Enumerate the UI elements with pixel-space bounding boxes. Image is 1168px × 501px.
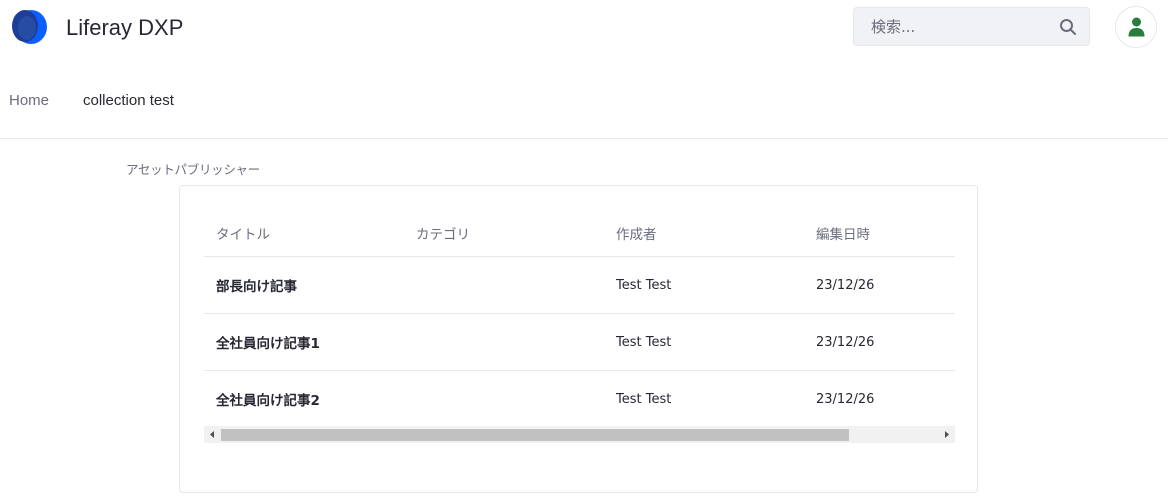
site-name[interactable]: Liferay DXP (66, 14, 183, 42)
search-bar (853, 7, 1090, 46)
search-input[interactable] (854, 8, 1044, 45)
search-icon[interactable] (1059, 18, 1077, 36)
row-author: Test Test (616, 391, 672, 407)
row-title-link[interactable]: 部長向け記事 (216, 257, 297, 313)
header-divider (0, 138, 1168, 139)
table-header-row: タイトル カテゴリ 作成者 編集日時 (204, 210, 955, 257)
horizontal-scrollbar[interactable] (204, 426, 955, 443)
asset-publisher-card: タイトル カテゴリ 作成者 編集日時 部長向け記事 Test Test 23/1… (179, 185, 978, 493)
column-header-modified: 編集日時 (816, 227, 870, 243)
page: Liferay DXP Home collection test アセットパブリ… (0, 0, 1168, 501)
user-icon (1128, 17, 1145, 37)
site-header: Liferay DXP (0, 0, 1168, 56)
scroll-left-arrow-icon[interactable] (204, 426, 221, 443)
table-row: 部長向け記事 Test Test 23/12/26 (204, 257, 955, 314)
row-author: Test Test (616, 277, 672, 293)
scroll-right-arrow-icon[interactable] (938, 426, 955, 443)
column-header-title: タイトル (216, 227, 270, 243)
row-author: Test Test (616, 334, 672, 350)
table-row: 全社員向け記事1 Test Test 23/12/26 (204, 314, 955, 371)
row-modified-date: 23/12/26 (816, 277, 875, 293)
column-header-category: カテゴリ (416, 227, 470, 243)
row-modified-date: 23/12/26 (816, 391, 875, 407)
column-header-author: 作成者 (616, 227, 657, 243)
row-modified-date: 23/12/26 (816, 334, 875, 350)
liferay-logo-icon[interactable] (10, 9, 48, 45)
row-title-link[interactable]: 全社員向け記事2 (216, 371, 320, 427)
user-menu-button[interactable] (1115, 6, 1157, 48)
breadcrumb-current-page: collection test (83, 92, 174, 109)
row-title-link[interactable]: 全社員向け記事1 (216, 314, 320, 370)
portlet-title: アセットパブリッシャー (126, 162, 260, 177)
asset-table: タイトル カテゴリ 作成者 編集日時 部長向け記事 Test Test 23/1… (204, 210, 955, 427)
scrollbar-thumb[interactable] (221, 429, 849, 441)
table-row: 全社員向け記事2 Test Test 23/12/26 (204, 371, 955, 427)
breadcrumb-home-link[interactable]: Home (9, 91, 49, 111)
